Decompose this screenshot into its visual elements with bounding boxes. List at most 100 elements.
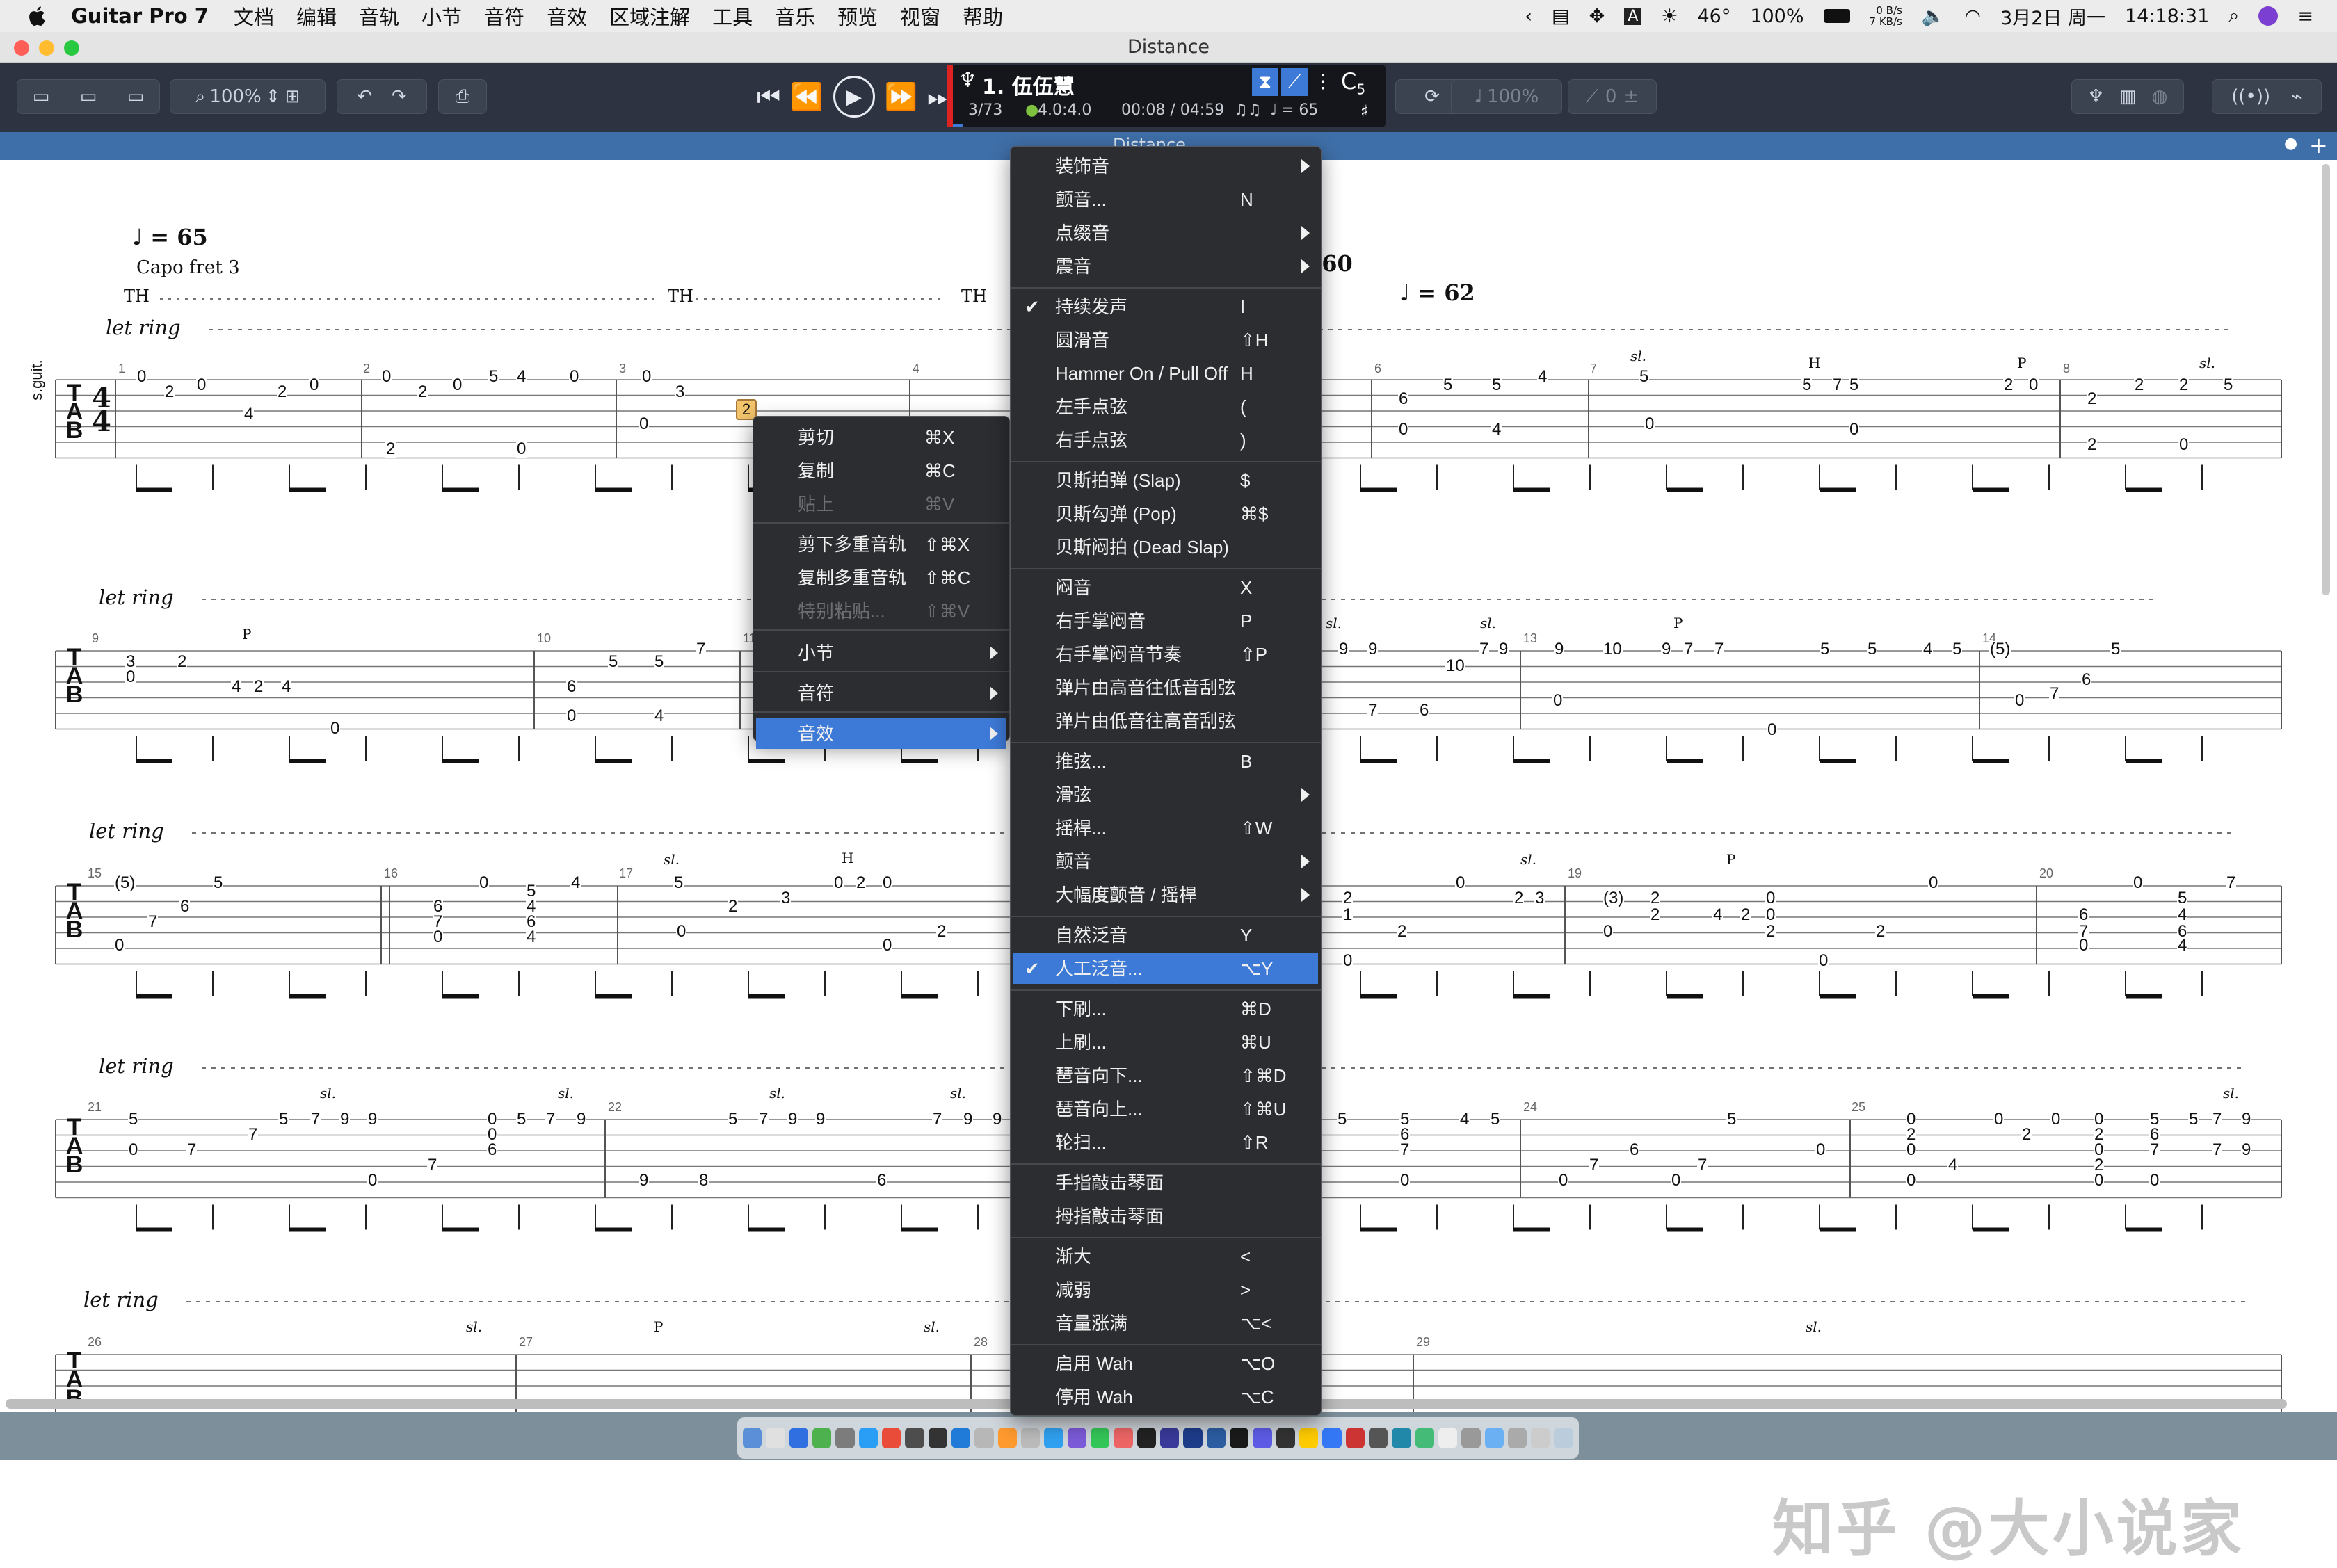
dock-app-icon[interactable] xyxy=(858,1428,878,1448)
fret-number[interactable]: 4 xyxy=(2177,937,2188,954)
fret-number[interactable]: 0 xyxy=(2133,875,2144,891)
fret-number[interactable]: 0 xyxy=(1818,953,1829,969)
menu-file[interactable]: 文档 xyxy=(234,1,274,31)
dock-app-icon[interactable] xyxy=(812,1428,832,1448)
drum-icon[interactable]: ◍ xyxy=(2152,86,2168,107)
broadcast-icon[interactable]: ((•)) xyxy=(2231,86,2270,107)
fret-number[interactable]: 7 xyxy=(1479,641,1490,658)
fret-number[interactable]: 9 xyxy=(367,1111,378,1128)
countin-toggle-icon[interactable]: ⟋ xyxy=(1281,68,1308,96)
fret-number[interactable]: 2 xyxy=(1342,890,1354,907)
effects-item-15[interactable]: 弹片由高音往低音刮弦 xyxy=(1013,672,1318,703)
fret-number[interactable]: 5 xyxy=(654,654,665,670)
effects-item-8[interactable]: 右手点弦) xyxy=(1013,425,1318,455)
fret-number[interactable]: 4 xyxy=(526,929,537,946)
fret-number[interactable]: 2 xyxy=(2087,391,2098,407)
fret-number[interactable]: 7 xyxy=(2212,1142,2223,1158)
fret-number[interactable]: 0 xyxy=(2014,693,2025,709)
fret-number[interactable]: 2 xyxy=(385,441,396,458)
fret-number[interactable]: 4 xyxy=(1491,421,1502,438)
minimize-window-button[interactable] xyxy=(39,40,54,56)
fret-number[interactable]: 9 xyxy=(2241,1142,2252,1158)
fret-number[interactable]: 3 xyxy=(780,890,792,907)
clipboard-icon[interactable]: ▤ xyxy=(1552,6,1570,27)
dock-app-icon[interactable] xyxy=(766,1428,785,1448)
wifi-icon[interactable]: ◠ xyxy=(1964,6,1981,27)
fret-number[interactable]: 6 xyxy=(1419,702,1430,719)
effects-item-29[interactable]: 手指敲击琴面 xyxy=(1013,1167,1318,1198)
fret-number[interactable]: 7 xyxy=(2049,686,2060,702)
input-source-icon[interactable]: A xyxy=(1624,7,1642,25)
tuner-icon[interactable]: ⌁ xyxy=(2291,86,2302,107)
fret-number[interactable]: (5) xyxy=(1989,641,2011,658)
fret-number[interactable]: 0 xyxy=(1552,693,1564,709)
dock-app-icon[interactable] xyxy=(1438,1428,1458,1448)
weather-icon[interactable]: ☀ xyxy=(1661,6,1678,27)
fret-number[interactable]: 0 xyxy=(1644,416,1655,433)
effects-item-23[interactable]: ✔ 人工泛音... ⌥Y xyxy=(1013,953,1318,984)
fret-number[interactable]: 2 xyxy=(856,875,867,891)
undo-icon[interactable]: ↶ xyxy=(357,86,372,107)
dock-app-icon[interactable] xyxy=(1554,1428,1573,1448)
fret-number[interactable]: 8 xyxy=(698,1172,709,1189)
time[interactable]: 14:18:31 xyxy=(2125,6,2209,27)
fret-number[interactable]: 0 xyxy=(128,1142,139,1158)
dock-app-icon[interactable] xyxy=(743,1428,762,1448)
apple-icon[interactable] xyxy=(25,3,50,29)
effects-item-4[interactable]: ✔ 持续发声 I xyxy=(1013,291,1318,322)
fret-number[interactable]: 7 xyxy=(186,1142,198,1158)
fret-number[interactable]: 5 xyxy=(1849,377,1860,394)
effects-item-14[interactable]: 右手掌闷音节奏 ⇧P xyxy=(1013,639,1318,670)
fret-number[interactable]: 5 xyxy=(2188,1111,2199,1128)
fret-number[interactable]: 6 xyxy=(1629,1142,1640,1158)
fret-number[interactable]: 0 xyxy=(1815,1142,1826,1158)
play-icon[interactable]: ▶ xyxy=(833,76,875,118)
fret-number[interactable]: 0 xyxy=(882,875,893,891)
fret-number[interactable]: 5 xyxy=(1952,641,1963,658)
fret-number[interactable]: 4 xyxy=(1948,1157,1959,1174)
fret-number[interactable]: 5 xyxy=(1490,1111,1501,1128)
fret-number[interactable]: 5 xyxy=(1820,641,1831,658)
spotlight-icon[interactable]: ⌕ xyxy=(2228,5,2239,27)
fret-number[interactable]: 2 xyxy=(1765,923,1776,940)
effects-item-27[interactable]: 琶音向上... ⇧⌘U xyxy=(1013,1094,1318,1124)
effects-item-16[interactable]: 弹片由低音往高音刮弦 xyxy=(1013,706,1318,736)
new-tab-icon[interactable]: + xyxy=(2309,132,2328,159)
effects-item-5[interactable]: 圆滑音 ⇧H xyxy=(1013,325,1318,355)
fret-number[interactable]: 5 xyxy=(213,875,224,891)
battery-icon[interactable] xyxy=(1823,9,1850,23)
fret-number[interactable]: 4 xyxy=(2177,907,2188,923)
fret-number[interactable]: 0 xyxy=(1342,953,1354,969)
dock-app-icon[interactable] xyxy=(1345,1428,1365,1448)
fret-number[interactable]: 0 xyxy=(1558,1172,1569,1189)
go-start-icon[interactable]: ⏮ xyxy=(757,81,780,113)
fret-number[interactable]: 10 xyxy=(1445,658,1465,674)
menu-item-copy[interactable]: 复制 ⌘C xyxy=(756,455,1006,486)
fret-number[interactable]: 5 xyxy=(1491,377,1502,394)
fret-number[interactable]: 0 xyxy=(1765,907,1776,923)
fret-number[interactable]: 2 xyxy=(2003,377,2014,394)
fret-number[interactable]: 5 xyxy=(2110,641,2121,658)
dock-app-icon[interactable] xyxy=(1137,1428,1156,1448)
menu-item-copy-multitrack[interactable]: 复制多重音轨 ⇧⌘C xyxy=(756,563,1006,593)
fret-number[interactable]: 0 xyxy=(516,441,527,458)
dock-app-icon[interactable] xyxy=(1206,1428,1226,1448)
fret-number[interactable]: 3 xyxy=(675,384,686,401)
effects-item-12[interactable]: 闷音 X xyxy=(1013,572,1318,603)
dock-app-icon[interactable] xyxy=(1159,1428,1180,1448)
effects-item-22[interactable]: 自然泛音 Y xyxy=(1013,920,1318,951)
fret-number[interactable]: 9 xyxy=(339,1111,351,1128)
fret-number[interactable]: 7 xyxy=(696,641,707,658)
guitar-head-icon[interactable]: ♆ xyxy=(2088,86,2104,107)
fret-number[interactable]: 2 xyxy=(1650,907,1661,923)
fret-number[interactable]: 5 xyxy=(608,654,619,670)
metronome-icon[interactable]: ⟋ xyxy=(1586,86,1598,108)
effects-item-24[interactable]: 下刷... ⌘D xyxy=(1013,994,1318,1024)
volume-icon[interactable]: 🔈 xyxy=(1922,5,1945,27)
fret-number[interactable]: 0 xyxy=(2094,1172,2105,1189)
effects-item-32[interactable]: 减弱 > xyxy=(1013,1275,1318,1305)
fret-number[interactable]: 0 xyxy=(433,929,444,946)
fret-number[interactable]: 5 xyxy=(278,1111,289,1128)
dock-app-icon[interactable] xyxy=(789,1428,808,1448)
fret-number[interactable]: 0 xyxy=(196,377,207,394)
